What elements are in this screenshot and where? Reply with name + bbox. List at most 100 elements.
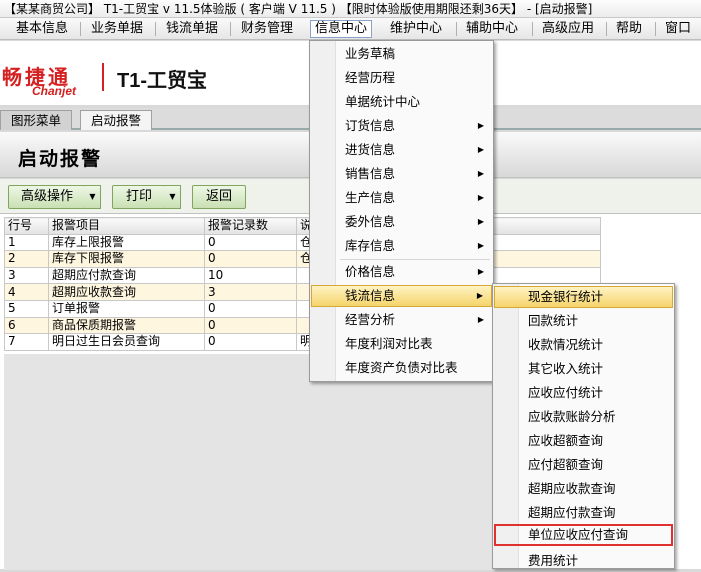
page-title: 启动报警: [18, 148, 103, 170]
brand-logo-en: Chanjet: [32, 84, 77, 98]
table-row[interactable]: 1 库存上限报警 0 仓: [4, 233, 601, 252]
cell: 超期应付款查询: [48, 266, 205, 285]
cell: 1: [4, 233, 49, 252]
menu-item-label: 年度利润对比表: [345, 336, 433, 351]
menu-item-label: 委外信息: [345, 214, 396, 229]
advanced-ops-dropdown-icon[interactable]: ▼: [85, 185, 101, 209]
menu-item-label: 订货信息: [345, 118, 396, 133]
cell: 明日过生日会员查询: [48, 333, 205, 351]
submenu-arrow-icon: ▶: [476, 291, 483, 300]
submenu-item-collection-stats[interactable]: 回款统计: [494, 310, 673, 332]
menu-window[interactable]: 窗口: [661, 20, 695, 38]
menu-advanced[interactable]: 高级应用: [538, 20, 598, 38]
menu-separator: [532, 22, 533, 36]
menu-bar: 基本信息 业务单据 钱流单据 财务管理 信息中心 维护中心 辅助中心 高级应用 …: [0, 18, 701, 40]
menu-item-order-info[interactable]: 订货信息 ▶: [311, 115, 492, 137]
cell: 订单报警: [48, 299, 205, 318]
brand-divider: [102, 63, 104, 91]
menu-item-label: 生产信息: [345, 190, 396, 205]
menu-item-label: 销售信息: [345, 166, 396, 181]
menu-info-center[interactable]: 信息中心: [310, 20, 373, 38]
menu-basic-info[interactable]: 基本信息: [12, 20, 72, 38]
print-dropdown-icon[interactable]: ▼: [165, 185, 181, 209]
cell: 0: [204, 299, 297, 318]
menu-item-inventory-info[interactable]: 库存信息 ▶: [311, 235, 492, 257]
cell: 库存上限报警: [48, 233, 205, 252]
menu-item-annual-profit-compare[interactable]: 年度利润对比表: [311, 333, 492, 355]
menu-item-production-info[interactable]: 生产信息 ▶: [311, 187, 492, 209]
menu-item-annual-balance-compare[interactable]: 年度资产负债对比表: [311, 357, 492, 379]
product-logo: T1-工贸宝: [117, 70, 207, 92]
menu-item-sales-info[interactable]: 销售信息 ▶: [311, 163, 492, 185]
cell: 3: [204, 283, 297, 301]
submenu-arrow-icon: ▶: [477, 193, 484, 202]
cell: 0: [204, 316, 297, 335]
submenu-item-overdue-ar[interactable]: 超期应收款查询: [494, 478, 673, 500]
menu-item-label: 业务草稿: [345, 46, 396, 61]
submenu-arrow-icon: ▶: [477, 267, 484, 276]
menu-item-doc-stats-center[interactable]: 单据统计中心: [311, 91, 492, 113]
menu-separator: [80, 22, 81, 36]
submenu-item-ar-aging[interactable]: 应收款账龄分析: [494, 406, 673, 428]
submenu-arrow-icon: ▶: [477, 241, 484, 250]
submenu-item-overdue-ap[interactable]: 超期应付款查询: [494, 502, 673, 524]
menu-item-outsourcing-info[interactable]: 委外信息 ▶: [311, 211, 492, 233]
menu-separator: [655, 22, 656, 36]
tab-startup-alert[interactable]: 启动报警: [80, 110, 153, 130]
cell: 4: [4, 283, 49, 301]
menu-finance[interactable]: 财务管理: [237, 20, 297, 38]
cell: 7: [4, 333, 49, 351]
column-header[interactable]: 报警记录数: [204, 217, 297, 235]
cell: 2: [4, 250, 49, 268]
menu-maintenance[interactable]: 维护中心: [386, 20, 446, 38]
menu-assist[interactable]: 辅助中心: [462, 20, 522, 38]
menu-item-cashflow-info[interactable]: 钱流信息 ▶: [311, 285, 492, 307]
menu-separator: [606, 22, 607, 36]
submenu-arrow-icon: ▶: [477, 217, 484, 226]
back-button[interactable]: 返回: [192, 185, 246, 209]
menu-item-label: 价格信息: [345, 264, 396, 279]
tab-graphic-menu[interactable]: 图形菜单: [0, 110, 73, 130]
menu-item-label: 经营历程: [345, 70, 396, 85]
menu-item-label: 年度资产负债对比表: [345, 360, 458, 375]
cell: 6: [4, 316, 49, 335]
menu-item-label: 库存信息: [345, 238, 396, 253]
submenu-item-unit-ar-ap-query[interactable]: 单位应收应付查询: [494, 524, 673, 546]
menu-item-business-drafts[interactable]: 业务草稿: [311, 43, 492, 65]
table-header-row: 行号 报警项目 报警记录数 说: [4, 217, 601, 235]
cell: 10: [204, 266, 297, 285]
table-row[interactable]: 3 超期应付款查询 10: [4, 266, 601, 285]
window-title: 【某某商贸公司】 T1-工贸宝 v 11.5体验版 ( 客户端 V 11.5 )…: [0, 0, 701, 18]
submenu-arrow-icon: ▶: [477, 315, 484, 324]
table-row[interactable]: 2 库存下限报警 0 仓: [4, 250, 601, 268]
menu-separator: [230, 22, 231, 36]
cell: 0: [204, 250, 297, 268]
menu-item-price-info[interactable]: 价格信息 ▶: [311, 261, 492, 283]
submenu-arrow-icon: ▶: [477, 145, 484, 154]
submenu-item-ap-over-limit[interactable]: 应付超额查询: [494, 454, 673, 476]
menu-item-purchase-info[interactable]: 进货信息 ▶: [311, 139, 492, 161]
menu-business-docs[interactable]: 业务单据: [87, 20, 147, 38]
print-button[interactable]: 打印: [112, 185, 166, 209]
column-header[interactable]: 报警项目: [48, 217, 205, 235]
cell: 5: [4, 299, 49, 318]
menu-item-label: 进货信息: [345, 142, 396, 157]
cell: 0: [204, 333, 297, 351]
menu-separator: [456, 22, 457, 36]
advanced-ops-button[interactable]: 高级操作: [8, 185, 86, 209]
submenu-item-other-income-stats[interactable]: 其它收入统计: [494, 358, 673, 380]
submenu-item-receipt-stats[interactable]: 收款情况统计: [494, 334, 673, 356]
menu-item-business-history[interactable]: 经营历程: [311, 67, 492, 89]
cell: 0: [204, 233, 297, 252]
submenu-arrow-icon: ▶: [477, 121, 484, 130]
menu-cashflow-docs[interactable]: 钱流单据: [162, 20, 222, 38]
submenu-item-cash-bank-stats[interactable]: 现金银行统计: [494, 286, 673, 308]
menu-item-label: 钱流信息: [345, 288, 396, 303]
menu-separator: [155, 22, 156, 36]
submenu-item-ar-ap-stats[interactable]: 应收应付统计: [494, 382, 673, 404]
menu-item-business-analysis[interactable]: 经营分析 ▶: [311, 309, 492, 331]
submenu-item-ar-over-limit[interactable]: 应收超额查询: [494, 430, 673, 452]
menu-help[interactable]: 帮助: [612, 20, 646, 38]
cell: 商品保质期报警: [48, 316, 205, 335]
column-header[interactable]: 行号: [4, 217, 49, 235]
